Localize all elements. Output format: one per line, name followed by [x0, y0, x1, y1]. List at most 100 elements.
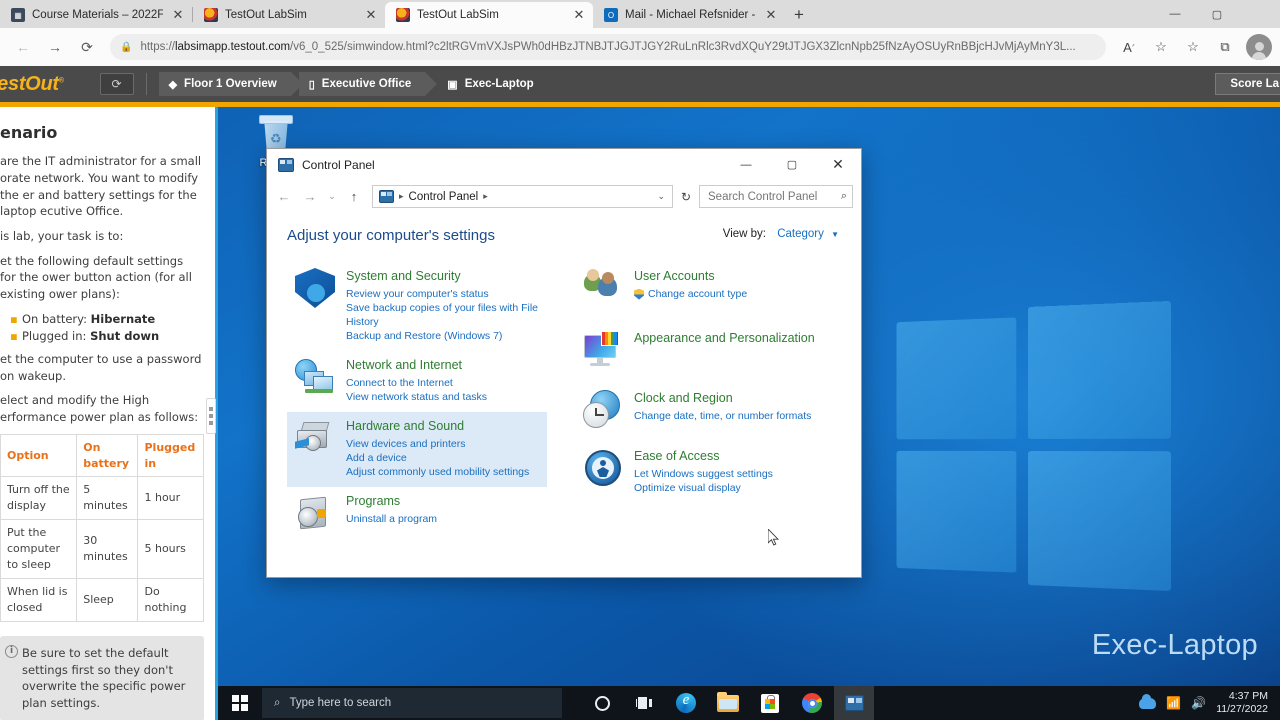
- category-hardware-and-sound[interactable]: Hardware and Sound View devices and prin…: [287, 412, 547, 488]
- category-link[interactable]: Change account type: [634, 287, 747, 301]
- control-panel-taskbar-button[interactable]: [834, 686, 874, 720]
- category-title[interactable]: System and Security: [346, 269, 539, 285]
- forward-button[interactable]: →: [40, 33, 70, 61]
- category-system-and-security[interactable]: System and Security Review your computer…: [287, 262, 547, 351]
- desktop[interactable]: Exec-Laptop ♻ Recycl Control Panel — ▢ ✕…: [218, 107, 1280, 720]
- browser-tab-2-active[interactable]: TestOut LabSim ✕: [385, 2, 593, 28]
- close-icon[interactable]: ✕: [170, 7, 186, 23]
- category-title[interactable]: User Accounts: [634, 269, 747, 285]
- volume-icon[interactable]: 🔊: [1191, 696, 1206, 710]
- close-button[interactable]: ✕: [815, 149, 861, 180]
- category-title[interactable]: Hardware and Sound: [346, 419, 529, 435]
- category-link[interactable]: Save backup copies of your files with Fi…: [346, 301, 539, 329]
- view-by-value[interactable]: Category: [777, 228, 824, 240]
- refresh-button[interactable]: ↻: [675, 190, 697, 204]
- close-icon[interactable]: ✕: [571, 7, 587, 23]
- table-cell: Do nothing: [137, 578, 204, 623]
- category-clock-and-region[interactable]: Clock and Region Change date, time, or n…: [575, 378, 835, 438]
- task-view-button[interactable]: [624, 686, 664, 720]
- category-link[interactable]: Connect to the Internet: [346, 376, 487, 390]
- table-row: Turn off the display 5 minutes 1 hour: [0, 476, 204, 521]
- category-network-and-internet[interactable]: Network and Internet Connect to the Inte…: [287, 351, 547, 412]
- table-header: On battery: [76, 433, 139, 478]
- chevron-right-icon[interactable]: ▸: [483, 191, 488, 202]
- edge-button[interactable]: [666, 686, 706, 720]
- new-tab-button[interactable]: +: [785, 2, 813, 28]
- chrome-button[interactable]: [792, 686, 832, 720]
- scenario-paragraph: et the computer to use a password on wak…: [0, 351, 202, 383]
- category-title[interactable]: Appearance and Personalization: [634, 331, 815, 347]
- category-link[interactable]: Review your computer's status: [346, 287, 539, 301]
- minimize-button[interactable]: —: [1154, 0, 1196, 28]
- minimize-button[interactable]: —: [723, 149, 769, 180]
- reload-button[interactable]: ⟳: [72, 33, 102, 61]
- close-window-button[interactable]: [1238, 0, 1280, 28]
- control-panel-window[interactable]: Control Panel — ▢ ✕ ← → ⌄ ↑ ▸ Control Pa…: [266, 148, 862, 578]
- category-link[interactable]: Change date, time, or number formats: [634, 409, 811, 423]
- browser-tab-1[interactable]: TestOut LabSim ✕: [193, 2, 385, 28]
- browser-tab-3[interactable]: O Mail - Michael Refsnider - Outlo ✕: [593, 2, 785, 28]
- forward-button[interactable]: →: [298, 185, 322, 209]
- read-aloud-icon[interactable]: Aᐟ: [1114, 33, 1144, 61]
- add-favorite-icon[interactable]: ☆: [1146, 33, 1176, 61]
- onedrive-icon[interactable]: [1139, 693, 1157, 709]
- view-by-control[interactable]: View by: Category ▼: [723, 228, 839, 240]
- cortana-button[interactable]: [582, 686, 622, 720]
- recent-locations-button[interactable]: ⌄: [324, 185, 340, 209]
- network-icon[interactable]: 📶: [1166, 696, 1181, 710]
- address-path-bar[interactable]: ▸ Control Panel ▸ ⌄: [372, 185, 673, 208]
- category-link[interactable]: Optimize visual display: [634, 481, 773, 495]
- back-button[interactable]: ←: [8, 33, 38, 61]
- clock-time: 4:37 PM: [1228, 690, 1268, 703]
- category-link[interactable]: Backup and Restore (Windows 7): [346, 329, 539, 343]
- taskbar-search-input[interactable]: ⌕ Type here to search: [262, 688, 562, 718]
- category-appearance-and-personalization[interactable]: Appearance and Personalization: [575, 316, 835, 378]
- maximize-button[interactable]: ▢: [1196, 0, 1238, 28]
- network-icon: [295, 357, 335, 397]
- category-link[interactable]: Add a device: [346, 451, 529, 465]
- up-button[interactable]: ↑: [342, 185, 366, 209]
- browser-tab-0[interactable]: ▦ Course Materials – 2022FA_CIS1 ✕: [0, 2, 192, 28]
- microsoft-store-button[interactable]: [750, 686, 790, 720]
- category-ease-of-access[interactable]: Ease of Access Let Windows suggest setti…: [575, 438, 835, 503]
- category-title[interactable]: Programs: [346, 494, 437, 510]
- category-user-accounts[interactable]: User Accounts Change account type: [575, 262, 835, 316]
- profile-avatar[interactable]: [1246, 34, 1272, 60]
- score-lab-button[interactable]: Score La: [1215, 73, 1280, 95]
- chevron-down-icon[interactable]: ⌄: [657, 191, 668, 202]
- lock-icon: 🔒: [120, 41, 133, 53]
- category-title[interactable]: Network and Internet: [346, 358, 487, 374]
- category-title[interactable]: Clock and Region: [634, 391, 811, 407]
- category-link[interactable]: View devices and printers: [346, 437, 529, 451]
- search-control-panel-input[interactable]: Search Control Panel ⌕: [699, 185, 853, 208]
- address-bar[interactable]: 🔒 https://labsimapp.testout.com/v6_0_525…: [110, 34, 1106, 60]
- taskbar-clock[interactable]: 4:37 PM 11/27/2022: [1216, 690, 1268, 715]
- breadcrumb-floor-1-overview[interactable]: ◆ Floor 1 Overview: [158, 72, 303, 96]
- start-button[interactable]: [218, 686, 262, 720]
- breadcrumb-executive-office[interactable]: ▯ Executive Office: [298, 72, 437, 96]
- close-icon[interactable]: ✕: [363, 7, 379, 23]
- pane-resize-handle[interactable]: [206, 398, 216, 434]
- collections-icon[interactable]: ⧉: [1210, 33, 1240, 61]
- microsoft-store-icon: [761, 693, 779, 713]
- table-row: Put the computer to sleep 30 minutes 5 h…: [0, 519, 204, 580]
- close-icon[interactable]: ✕: [763, 7, 779, 23]
- control-panel-titlebar[interactable]: Control Panel — ▢ ✕: [267, 149, 861, 180]
- caret-down-icon[interactable]: ▼: [831, 230, 839, 239]
- category-programs[interactable]: Programs Uninstall a program: [287, 487, 547, 541]
- file-explorer-button[interactable]: [708, 686, 748, 720]
- category-link[interactable]: Uninstall a program: [346, 512, 437, 526]
- category-link[interactable]: Adjust commonly used mobility settings: [346, 465, 529, 479]
- labsim-refresh-button[interactable]: ⟳: [99, 73, 134, 95]
- back-button[interactable]: ←: [272, 185, 296, 209]
- category-link[interactable]: Let Windows suggest settings: [634, 467, 773, 481]
- category-title[interactable]: Ease of Access: [634, 449, 773, 465]
- category-link[interactable]: View network status and tasks: [346, 390, 487, 404]
- screen: ▦ Course Materials – 2022FA_CIS1 ✕ TestO…: [0, 0, 1280, 720]
- maximize-button[interactable]: ▢: [769, 149, 815, 180]
- favorites-icon[interactable]: ☆: [1178, 33, 1208, 61]
- breadcrumb-exec-laptop[interactable]: ▣ Exec-Laptop: [433, 72, 547, 96]
- breadcrumb-control-panel[interactable]: Control Panel: [409, 191, 479, 203]
- chrome-icon: [802, 693, 822, 713]
- list-item: On battery: Hibernate: [10, 311, 202, 328]
